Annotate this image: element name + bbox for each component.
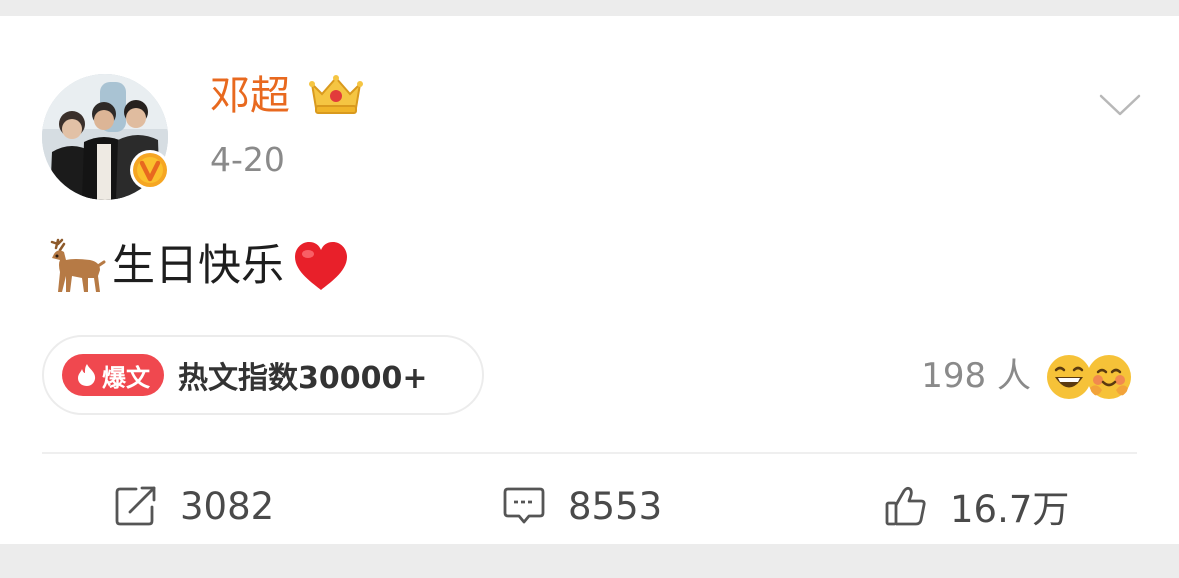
- crown-icon: [306, 72, 366, 116]
- divider: [42, 452, 1137, 454]
- repost-button[interactable]: 3082: [114, 480, 274, 532]
- flame-icon: [78, 364, 96, 386]
- post-content: 生日快乐: [44, 236, 350, 296]
- comment-count: 8553: [568, 484, 663, 528]
- hot-article-pill[interactable]: 爆文 热文指数30000+: [42, 335, 484, 415]
- chevron-down-icon[interactable]: [1098, 92, 1142, 118]
- hot-article-badge: 爆文: [62, 354, 164, 396]
- hot-index-label: 热文指数30000+: [178, 361, 428, 396]
- like-button[interactable]: 16.7万: [884, 480, 1069, 532]
- verified-badge-icon: [130, 150, 170, 190]
- comment-icon: [503, 487, 545, 524]
- weibo-post-card: 邓超 4-20 生日快乐 爆文 热文指数30000+ 198 人 3082 85…: [0, 16, 1179, 544]
- deer-emoji-icon: [50, 238, 106, 292]
- repost-count: 3082: [180, 484, 275, 528]
- heart-emoji-icon: [295, 242, 347, 290]
- author-name[interactable]: 邓超: [210, 72, 290, 120]
- like-count: 16.7万: [950, 488, 1070, 531]
- post-date: 4-20: [210, 140, 285, 179]
- thumbs-up-icon: [885, 486, 926, 526]
- reactor-count[interactable]: 198 人: [921, 354, 1031, 398]
- hot-badge-label: 爆文: [102, 363, 150, 392]
- hugging-emoji-icon: [1087, 355, 1131, 399]
- feed-separator: [0, 544, 1179, 578]
- post-text: 生日快乐: [112, 241, 284, 291]
- reaction-emojis[interactable]: [1046, 354, 1138, 402]
- repost-icon: [115, 486, 156, 526]
- comment-button[interactable]: 8553: [502, 480, 662, 532]
